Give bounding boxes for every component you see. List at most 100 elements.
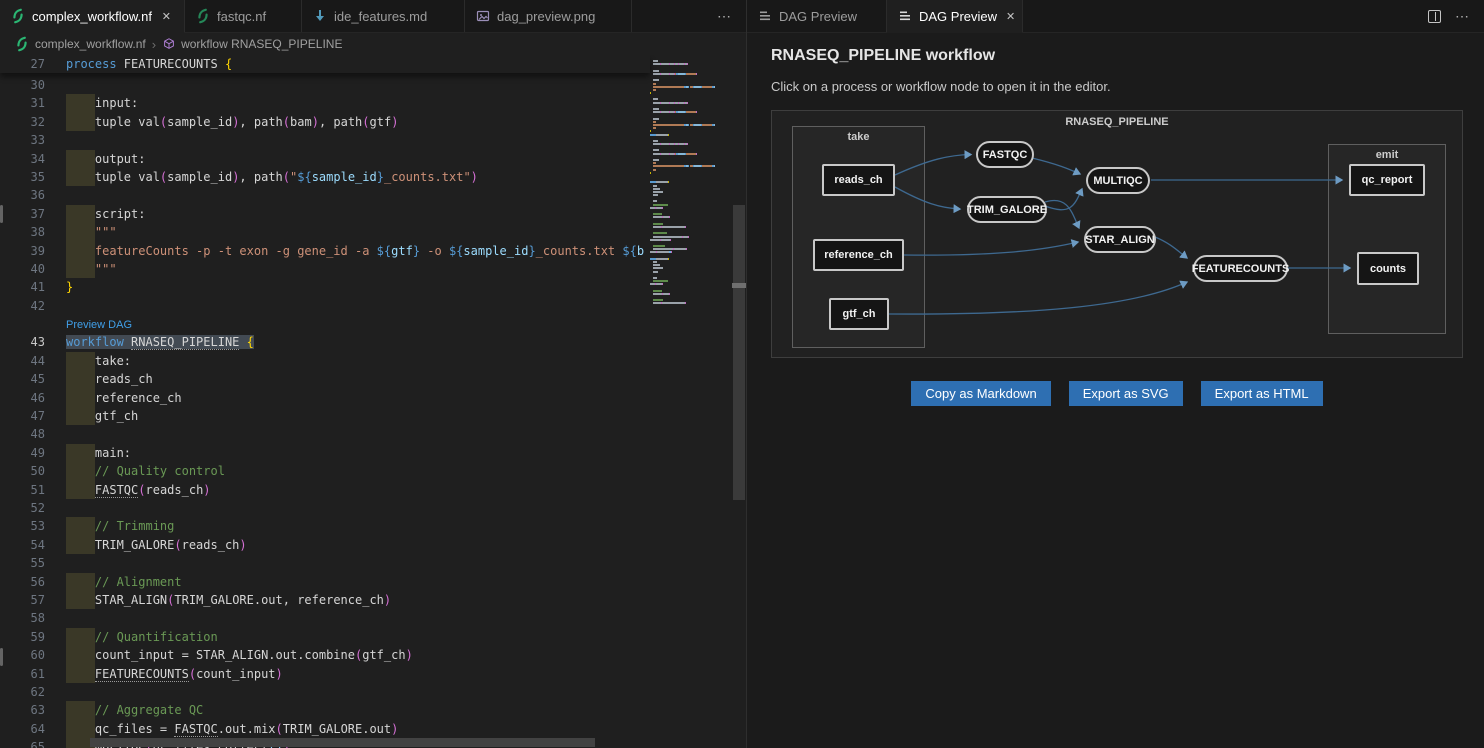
code-line[interactable]: 31 input: [0, 94, 650, 112]
code-line[interactable]: 53 // Trimming [0, 517, 650, 535]
close-icon[interactable]: ✕ [1003, 9, 1018, 24]
breadcrumb-symbol[interactable]: workflow RNASEQ_PIPELINE [181, 37, 342, 51]
code-line[interactable]: 33 [0, 131, 650, 149]
tab-label: fastqc.nf [217, 9, 266, 24]
preview-icon [757, 8, 773, 24]
line-number: 30 [0, 76, 66, 94]
tab-complex-workflow[interactable]: complex_workflow.nf ✕ [0, 0, 185, 33]
code-line[interactable]: 62 [0, 683, 650, 701]
tab-dag-preview-png[interactable]: dag_preview.png [465, 0, 632, 32]
scrollbar-thumb[interactable] [90, 738, 595, 747]
tab-label: complex_workflow.nf [32, 9, 152, 24]
line-number: 53 [0, 517, 66, 535]
line-number: 58 [0, 609, 66, 627]
code-line[interactable]: 36 [0, 186, 650, 204]
code-line[interactable]: 52 [0, 499, 650, 517]
code-line[interactable]: 55 [0, 554, 650, 572]
code-line[interactable]: 50 // Quality control [0, 462, 650, 480]
node-star-align[interactable]: STAR_ALIGN [1084, 226, 1156, 253]
node-gtf-ch[interactable]: gtf_ch [829, 298, 889, 330]
indent-guide-highlight [66, 150, 95, 168]
code-line[interactable]: 47 gtf_ch [0, 407, 650, 425]
vertical-scrollbar[interactable] [732, 55, 746, 748]
code-line[interactable]: 49 main: [0, 444, 650, 462]
code-line[interactable]: 42 [0, 297, 650, 315]
node-qc-report[interactable]: qc_report [1349, 164, 1425, 196]
scrollbar-thumb[interactable] [733, 205, 745, 500]
tab-ide-features[interactable]: ide_features.md [302, 0, 465, 32]
code-line[interactable]: 59 // Quantification [0, 628, 650, 646]
gutter-decoration [0, 648, 3, 666]
sticky-code: process FEATURECOUNTS { [66, 55, 650, 73]
tab-dag-preview-active[interactable]: DAG Preview ✕ [887, 0, 1023, 33]
line-number: 35 [0, 168, 66, 186]
code-line[interactable]: 46 reference_ch [0, 389, 650, 407]
code-line[interactable]: 56 // Alignment [0, 573, 650, 591]
code-area[interactable]: 3031 input:32 tuple val(sample_id), path… [0, 76, 650, 748]
code-editor[interactable]: 27 process FEATURECOUNTS { 3031 input:32… [0, 55, 746, 748]
code-line[interactable]: 58 [0, 609, 650, 627]
code-line[interactable]: 39 featureCounts -p -t exon -g gene_id -… [0, 242, 650, 260]
line-number: 56 [0, 573, 66, 591]
code-line[interactable]: 34 output: [0, 150, 650, 168]
node-counts[interactable]: counts [1357, 252, 1419, 285]
line-number: 33 [0, 131, 66, 149]
code-line[interactable]: 41} [0, 278, 650, 296]
code-line[interactable]: 61 FEATURECOUNTS(count_input) [0, 665, 650, 683]
line-number: 46 [0, 389, 66, 407]
node-reference-ch[interactable]: reference_ch [813, 239, 904, 271]
split-editor-icon[interactable] [1428, 10, 1441, 23]
line-number: 36 [0, 186, 66, 204]
sticky-scroll-line[interactable]: 27 process FEATURECOUNTS { [0, 55, 650, 73]
node-trim-galore[interactable]: TRIM_GALORE [967, 196, 1047, 223]
node-fastqc[interactable]: FASTQC [976, 141, 1034, 168]
code-line[interactable]: 40 """ [0, 260, 650, 278]
code-line[interactable]: 35 tuple val(sample_id), path("${sample_… [0, 168, 650, 186]
line-number: 39 [0, 242, 66, 260]
line-number: 49 [0, 444, 66, 462]
node-featurecounts[interactable]: FEATURECOUNTS [1193, 255, 1288, 282]
tab-fastqc[interactable]: fastqc.nf [185, 0, 302, 32]
close-icon[interactable]: ✕ [159, 9, 174, 24]
tab-label: dag_preview.png [497, 9, 595, 24]
markdown-icon [312, 8, 328, 24]
line-number: 37 [0, 205, 66, 223]
code-line[interactable]: 38 """ [0, 223, 650, 241]
node-reads-ch[interactable]: reads_ch [822, 164, 895, 196]
tab-dag-preview-inactive[interactable]: DAG Preview [747, 0, 887, 32]
more-actions-icon[interactable]: ⋯ [717, 8, 732, 25]
code-line[interactable]: 64 qc_files = FASTQC.out.mix(TRIM_GALORE… [0, 720, 650, 738]
code-line[interactable]: 43workflow RNASEQ_PIPELINE { [0, 333, 650, 351]
copy-as-markdown-button[interactable]: Copy as Markdown [911, 381, 1050, 406]
node-multiqc[interactable]: MULTIQC [1086, 167, 1150, 194]
line-number: 42 [0, 297, 66, 315]
code-line[interactable]: 32 tuple val(sample_id), path(bam), path… [0, 113, 650, 131]
code-line[interactable]: 30 [0, 76, 650, 94]
indent-guide-highlight [66, 389, 95, 407]
export-as-html-button[interactable]: Export as HTML [1201, 381, 1323, 406]
breadcrumb-file[interactable]: complex_workflow.nf [35, 37, 146, 51]
line-number: 57 [0, 591, 66, 609]
codelens-preview-dag-link[interactable]: Preview DAG [66, 315, 650, 333]
minimap[interactable] [650, 57, 732, 748]
code-line[interactable]: 48 [0, 425, 650, 443]
export-as-svg-button[interactable]: Export as SVG [1069, 381, 1183, 406]
code-line[interactable]: 44 take: [0, 352, 650, 370]
node-label: TRIM_GALORE [967, 204, 1047, 216]
code-line[interactable]: 60 count_input = STAR_ALIGN.out.combine(… [0, 646, 650, 664]
code-line[interactable]: 45 reads_ch [0, 370, 650, 388]
node-label: counts [1370, 263, 1406, 275]
line-number: 31 [0, 94, 66, 112]
code-line[interactable]: 51 FASTQC(reads_ch) [0, 481, 650, 499]
line-number: 45 [0, 370, 66, 388]
codelens-row[interactable]: Preview DAG [0, 315, 650, 333]
preview-icon [897, 8, 913, 24]
code-line[interactable]: 37 script: [0, 205, 650, 223]
horizontal-scrollbar[interactable] [0, 738, 650, 748]
more-actions-icon[interactable]: ⋯ [1455, 8, 1470, 25]
indent-guide-highlight [66, 205, 95, 223]
code-line[interactable]: 57 STAR_ALIGN(TRIM_GALORE.out, reference… [0, 591, 650, 609]
code-line[interactable]: 54 TRIM_GALORE(reads_ch) [0, 536, 650, 554]
code-line[interactable]: 63 // Aggregate QC [0, 701, 650, 719]
indent-guide-highlight [66, 370, 95, 388]
